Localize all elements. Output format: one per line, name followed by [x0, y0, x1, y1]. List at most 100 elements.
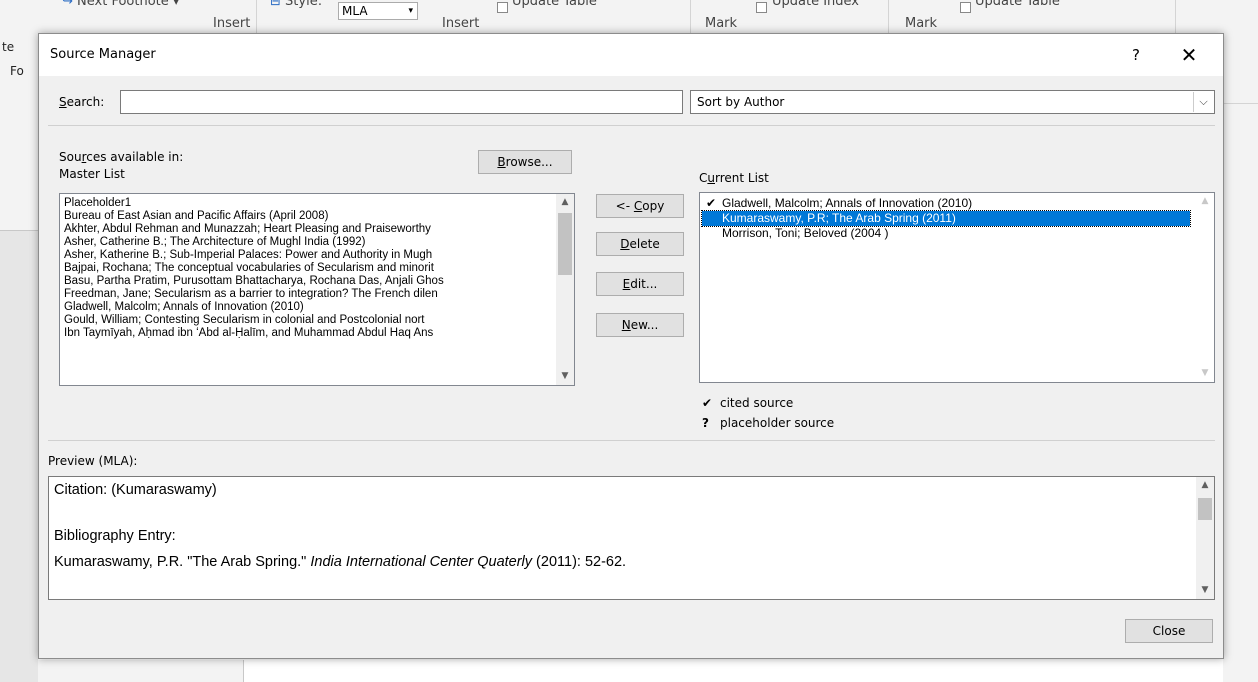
copy-label: opy	[642, 199, 665, 213]
scroll-down-icon[interactable]: ▼	[1196, 365, 1214, 382]
chevron-down-icon[interactable]: ⌵	[1193, 92, 1213, 112]
style-dropdown[interactable]: MLA ▾	[338, 2, 418, 20]
master-list-item[interactable]: Ibn Taymīyah, Aḥmad ibn ʻAbd al-Ḥalīm, a…	[64, 327, 552, 340]
master-list-item[interactable]: Freedman, Jane; Secularism as a barrier …	[64, 288, 552, 301]
update-table-button[interactable]: Update Table	[512, 0, 597, 9]
scroll-down-icon[interactable]: ▼	[556, 368, 574, 385]
delete-label: elete	[629, 237, 660, 251]
ribbon-fragment: Fo	[10, 64, 24, 78]
master-list-item[interactable]: Asher, Catherine B.; The Architecture of…	[64, 236, 552, 249]
legend-cited: ✔ cited source	[702, 396, 793, 410]
close-button[interactable]: Close	[1125, 619, 1213, 643]
current-list-item[interactable]: ✔ Gladwell, Malcolm; Annals of Innovation…	[702, 196, 1190, 211]
separator	[48, 125, 1215, 126]
delete-button[interactable]: Delete	[596, 232, 684, 256]
checkmark-icon: ✔	[702, 396, 713, 410]
dialog-titlebar[interactable]: Source Manager ? ✕	[39, 34, 1223, 76]
master-list[interactable]: Placeholder1 Bureau of East Asian and Pac…	[59, 193, 575, 386]
navigation-pane	[38, 660, 244, 682]
scroll-up-icon[interactable]: ▲	[1196, 477, 1214, 494]
browse-button[interactable]: Browse...	[478, 150, 572, 174]
scroll-down-icon[interactable]: ▼	[1196, 582, 1214, 599]
sources-available-label: Sources available in:	[59, 150, 183, 164]
close-icon[interactable]: ✕	[1174, 40, 1204, 70]
document-area	[0, 230, 38, 682]
help-button[interactable]: ?	[1124, 40, 1148, 70]
current-list-item[interactable]: Morrison, Toni; Beloved (2004 )	[702, 226, 1190, 241]
bibliography-heading: Bibliography Entry:	[54, 528, 176, 544]
master-list-item[interactable]: Gladwell, Malcolm; Annals of Innovation …	[64, 301, 552, 314]
master-list-item[interactable]: Basu, Partha Pratim, Purusottam Bhattach…	[64, 275, 552, 288]
checkmark-icon: ✔	[706, 196, 717, 210]
label-part: ces available in:	[86, 150, 184, 164]
source-manager-dialog: Source Manager ? ✕ Search: Sort by Autho…	[38, 33, 1224, 659]
bibliography-journal: India International Center Quaterly	[310, 554, 533, 570]
master-list-item[interactable]: Placeholder1	[64, 197, 552, 210]
copy-label: <-	[615, 199, 634, 213]
master-list-label: Master List	[59, 167, 125, 181]
current-list-item[interactable]: Kumaraswamy, P.R; The Arab Spring (2011)	[701, 210, 1191, 227]
browse-accel: B	[497, 155, 506, 169]
scroll-up-icon[interactable]: ▲	[556, 194, 574, 211]
ribbon-divider	[1223, 103, 1258, 104]
bibliography-entry: Kumaraswamy, P.R. "The Arab Spring." Ind…	[54, 554, 626, 570]
copy-accel: C	[633, 199, 643, 213]
current-list-scrollbar[interactable]: ▲ ▼	[1196, 193, 1214, 382]
sort-dropdown[interactable]: Sort by Author ⌵	[690, 90, 1215, 114]
next-footnote-button[interactable]: ↪ Next Footnote ▾	[62, 0, 179, 9]
master-list-scrollbar[interactable]: ▲ ▼	[556, 194, 574, 385]
browse-label: rowse...	[505, 155, 553, 169]
copy-button[interactable]: <- Copy	[596, 194, 684, 218]
new-label: ew...	[630, 318, 659, 332]
current-list-items: ✔ Gladwell, Malcolm; Annals of Innovation…	[701, 196, 1191, 241]
update-table-button-2[interactable]: Update Table	[975, 0, 1060, 9]
search-label-accel: S	[59, 95, 67, 109]
current-list-label: Current List	[699, 171, 769, 185]
mark-citation-button[interactable]: Mark	[905, 16, 937, 31]
master-list-item[interactable]: Gould, William; Contesting Secularism in…	[64, 314, 552, 327]
insert-caption-button[interactable]: Insert	[442, 16, 479, 31]
search-label-text: earch:	[66, 95, 105, 109]
master-list-item[interactable]: Bureau of East Asian and Pacific Affairs…	[64, 210, 552, 223]
ribbon-divider	[690, 0, 691, 34]
style-label-text: Style:	[285, 0, 323, 9]
update-index-button[interactable]: Update Index	[772, 0, 859, 9]
word-ribbon: ↪ Next Footnote ▾ Insert ⊟ Style: MLA ▾ I…	[0, 0, 1258, 36]
update-table-icon	[497, 2, 508, 13]
master-list-item[interactable]: Asher, Katherine B.; Sub-Imperial Palace…	[64, 249, 552, 262]
separator	[48, 440, 1215, 441]
current-list-item-label: Gladwell, Malcolm; Annals of Innovation …	[722, 196, 973, 210]
edit-button[interactable]: Edit...	[596, 272, 684, 296]
current-list-item-label: Morrison, Toni; Beloved (2004 )	[722, 226, 889, 240]
preview-scrollbar[interactable]: ▲ ▼	[1196, 477, 1214, 599]
sort-value: Sort by Author	[697, 95, 785, 109]
preview-label: Preview (MLA):	[48, 454, 138, 468]
ribbon-fragment: te	[2, 40, 15, 54]
right-ribbon-strip	[1223, 36, 1258, 682]
update-table-icon	[960, 2, 971, 13]
scroll-up-icon[interactable]: ▲	[1196, 193, 1214, 210]
legend-placeholder: ? placeholder source	[702, 416, 834, 430]
scroll-thumb[interactable]	[558, 213, 572, 275]
insert-citation-button[interactable]: Insert	[213, 16, 250, 31]
master-list-item[interactable]: Akhter, Abdul Rehman and Munazzah; Heart…	[64, 223, 552, 236]
ribbon-divider	[1175, 0, 1176, 34]
ribbon-divider	[256, 0, 257, 34]
preview-box[interactable]: Citation: (Kumaraswamy) Bibliography Ent…	[48, 476, 1215, 600]
mark-entry-button[interactable]: Mark	[705, 16, 737, 31]
new-button[interactable]: New...	[596, 313, 684, 337]
search-label: Search:	[59, 95, 104, 109]
label-accel: u	[707, 171, 715, 185]
dialog-title: Source Manager	[50, 47, 156, 62]
style-value: MLA	[342, 4, 368, 18]
delete-accel: D	[620, 237, 630, 251]
current-list[interactable]: ✔ Gladwell, Malcolm; Annals of Innovation…	[699, 192, 1215, 383]
edit-label: dit...	[630, 277, 658, 291]
search-input[interactable]	[120, 90, 683, 114]
label-part: rrent List	[715, 171, 769, 185]
scroll-thumb[interactable]	[1198, 498, 1212, 520]
next-footnote-label: Next Footnote	[77, 0, 169, 9]
master-list-item[interactable]: Bajpai, Rochana; The conceptual vocabula…	[64, 262, 552, 275]
update-index-icon	[756, 2, 767, 13]
master-list-items: Placeholder1 Bureau of East Asian and Pac…	[64, 197, 552, 340]
